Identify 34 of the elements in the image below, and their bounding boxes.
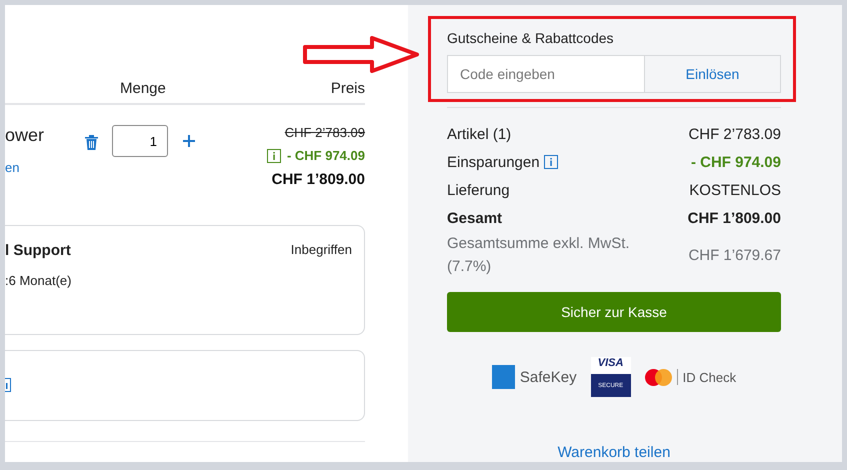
- original-price: CHF 2’783.09: [284, 125, 365, 140]
- column-header: Preis: [330, 80, 365, 97]
- product-link[interactable]: en: [5, 160, 85, 175]
- summary-label: Lieferung: [447, 180, 510, 200]
- checkout-button[interactable]: Sicher zur Kasse: [447, 292, 781, 332]
- summary-value: CHF 1’809.00: [688, 210, 781, 226]
- product-name: ower: [5, 125, 46, 146]
- service-status: Inbegriffen: [290, 242, 352, 259]
- share-cart-link[interactable]: Warenkorb teilen: [447, 444, 781, 461]
- discount-amount: - CHF 974.09: [286, 148, 365, 163]
- service-title: l Support: [5, 242, 71, 259]
- safekey-label: SafeKey: [520, 368, 577, 386]
- column-header: Menge: [120, 80, 166, 97]
- plus-icon[interactable]: [182, 134, 196, 148]
- summary-label: Einsparungen: [447, 150, 558, 174]
- item-price: CHF 1’809.00: [272, 171, 365, 188]
- summary-value: - CHF 974.09: [690, 154, 781, 170]
- voucher-title: Gutscheine & Rabattcodes: [447, 30, 615, 46]
- info-icon[interactable]: [5, 378, 11, 392]
- summary-value: KOSTENLOS: [689, 182, 781, 198]
- summary-value: CHF 1’679.67: [688, 246, 781, 264]
- summary-label: Gesamtsumme exkl. MwSt. (7.7%): [447, 234, 631, 277]
- summary-label: Gesamt: [447, 208, 502, 228]
- circles-icon: [644, 368, 672, 386]
- id-check-label: ID Check: [682, 370, 736, 384]
- summary-value: CHF 2’783.09: [688, 126, 781, 142]
- service-duration: :6 Monat(e): [5, 273, 72, 288]
- quantity-field[interactable]: 1: [112, 125, 168, 157]
- code-field[interactable]: Code eingeben: [448, 56, 645, 92]
- card-logo-icon: [492, 365, 515, 389]
- trash-icon[interactable]: [85, 135, 98, 150]
- info-icon[interactable]: [544, 155, 558, 169]
- info-icon[interactable]: [266, 148, 281, 162]
- summary-label: Artikel (1): [447, 124, 512, 144]
